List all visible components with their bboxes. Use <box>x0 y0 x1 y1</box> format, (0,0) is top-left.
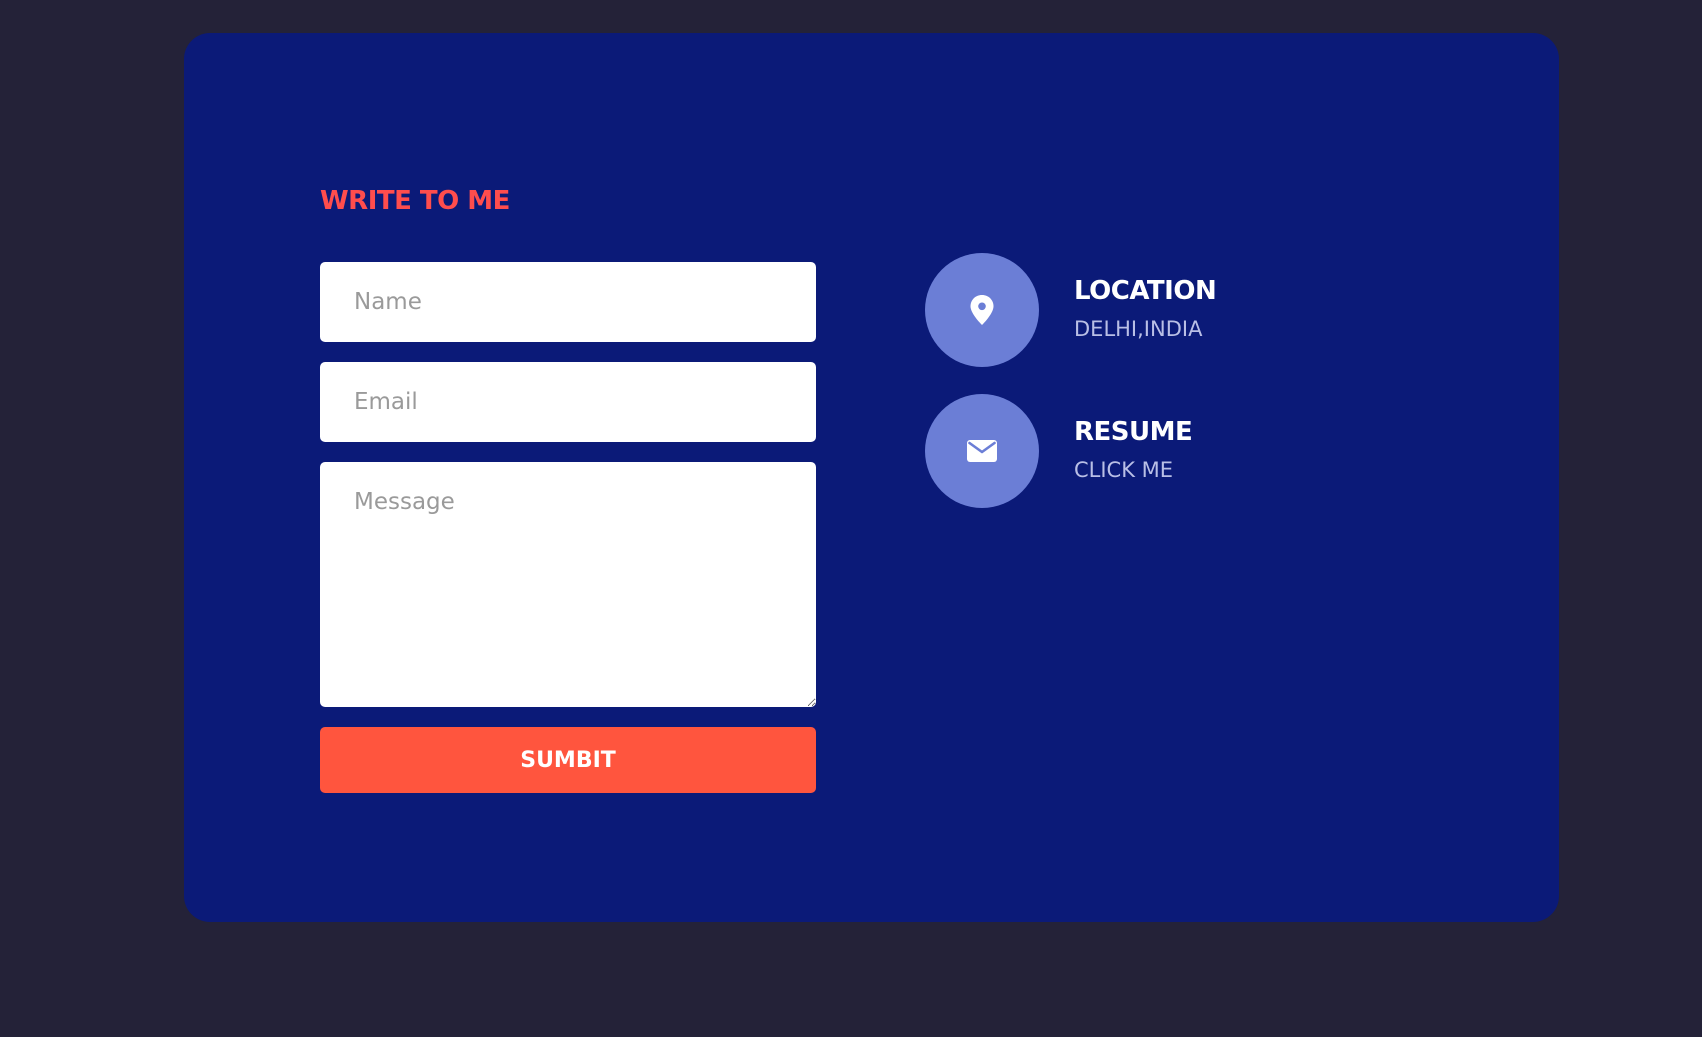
map-pin-icon <box>970 295 994 325</box>
resume-item[interactable]: RESUME CLICK ME <box>925 394 1216 508</box>
contact-form: WRITE TO ME SUMBIT <box>320 173 816 793</box>
location-value: DELHI,INDIA <box>1074 317 1203 341</box>
message-textarea[interactable] <box>320 462 816 707</box>
contact-info: LOCATION DELHI,INDIA RESUME CLICK ME <box>925 253 1217 535</box>
email-input[interactable] <box>320 362 816 442</box>
envelope-icon <box>967 440 997 462</box>
submit-button[interactable]: SUMBIT <box>320 727 816 793</box>
contact-card: WRITE TO ME SUMBIT LOCATION DELHI,INDIA <box>184 33 1559 922</box>
resume-title: RESUME <box>1074 417 1193 447</box>
resume-text: RESUME CLICK ME <box>1074 415 1193 487</box>
resume-icon-circle <box>925 394 1039 508</box>
location-item: LOCATION DELHI,INDIA <box>925 253 1217 367</box>
location-text: LOCATION DELHI,INDIA <box>1074 274 1217 346</box>
location-title: LOCATION <box>1074 276 1217 306</box>
form-heading: WRITE TO ME <box>320 186 510 216</box>
name-input[interactable] <box>320 262 816 342</box>
location-icon-circle <box>925 253 1039 367</box>
resume-link[interactable]: CLICK ME <box>1074 453 1192 487</box>
